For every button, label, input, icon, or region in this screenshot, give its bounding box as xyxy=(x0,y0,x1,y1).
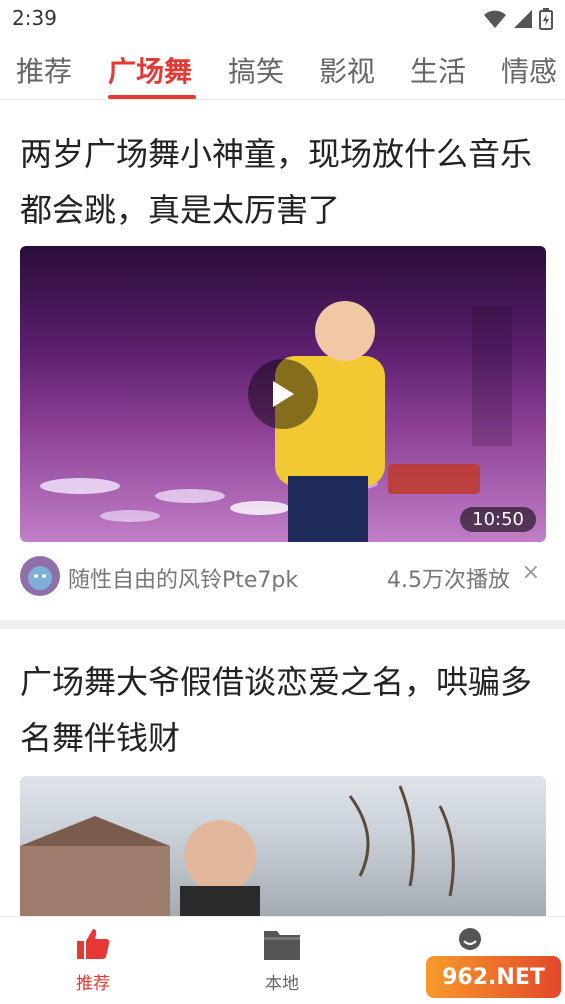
video-title[interactable]: 广场舞大爷假借谈恋爱之名，哄骗多名舞伴钱财 xyxy=(20,654,545,766)
signal-icon xyxy=(514,10,532,28)
nav-recommend-label: 推荐 xyxy=(76,974,110,994)
video-duration: 10:50 xyxy=(460,507,536,532)
tab-square-dance[interactable]: 广场舞 xyxy=(108,50,192,90)
status-bar: 2:39 xyxy=(0,0,565,38)
play-button[interactable] xyxy=(248,359,318,429)
thumbs-up-icon xyxy=(77,929,110,959)
folder-icon xyxy=(264,931,300,960)
category-tabs: 推荐 广场舞 搞笑 影视 生活 情感 xyxy=(0,44,565,100)
dismiss-button[interactable]: × xyxy=(522,560,540,585)
site-watermark: 962.NET xyxy=(426,956,561,998)
avatar-mascot-icon xyxy=(28,566,52,590)
play-count: 4.5万次播放 xyxy=(387,568,510,593)
video-meta: 随性自由的风铃Pte7pk 4.5万次播放 × xyxy=(20,554,546,598)
video-title[interactable]: 两岁广场舞小神童，现场放什么音乐都会跳，真是太厉害了 xyxy=(20,126,545,238)
tab-emotion[interactable]: 情感 xyxy=(501,50,557,90)
video-feed[interactable]: 两岁广场舞小神童，现场放什么音乐都会跳，真是太厉害了 10:50 随性自由的风铃… xyxy=(0,101,565,916)
nav-recommend[interactable]: 推荐 xyxy=(33,927,153,994)
author-name[interactable]: 随性自由的风铃Pte7pk xyxy=(68,562,298,594)
status-icons xyxy=(483,8,553,30)
tab-recommend[interactable]: 推荐 xyxy=(16,50,72,90)
nav-local-label: 本地 xyxy=(265,974,299,994)
wifi-icon xyxy=(484,10,506,28)
play-icon xyxy=(273,381,294,407)
card-divider xyxy=(0,620,565,629)
outdoor-scene xyxy=(20,785,455,916)
nav-local[interactable]: 本地 xyxy=(222,927,342,994)
active-tab-indicator xyxy=(108,95,196,99)
tab-life[interactable]: 生活 xyxy=(410,50,466,90)
video-thumbnail[interactable]: 10:50 xyxy=(20,246,546,542)
tab-funny[interactable]: 搞笑 xyxy=(228,50,284,90)
battery-icon xyxy=(539,8,553,30)
author-avatar[interactable] xyxy=(20,556,60,596)
status-time: 2:39 xyxy=(12,6,57,30)
tab-film[interactable]: 影视 xyxy=(319,50,375,90)
video-thumbnail[interactable] xyxy=(20,776,546,916)
